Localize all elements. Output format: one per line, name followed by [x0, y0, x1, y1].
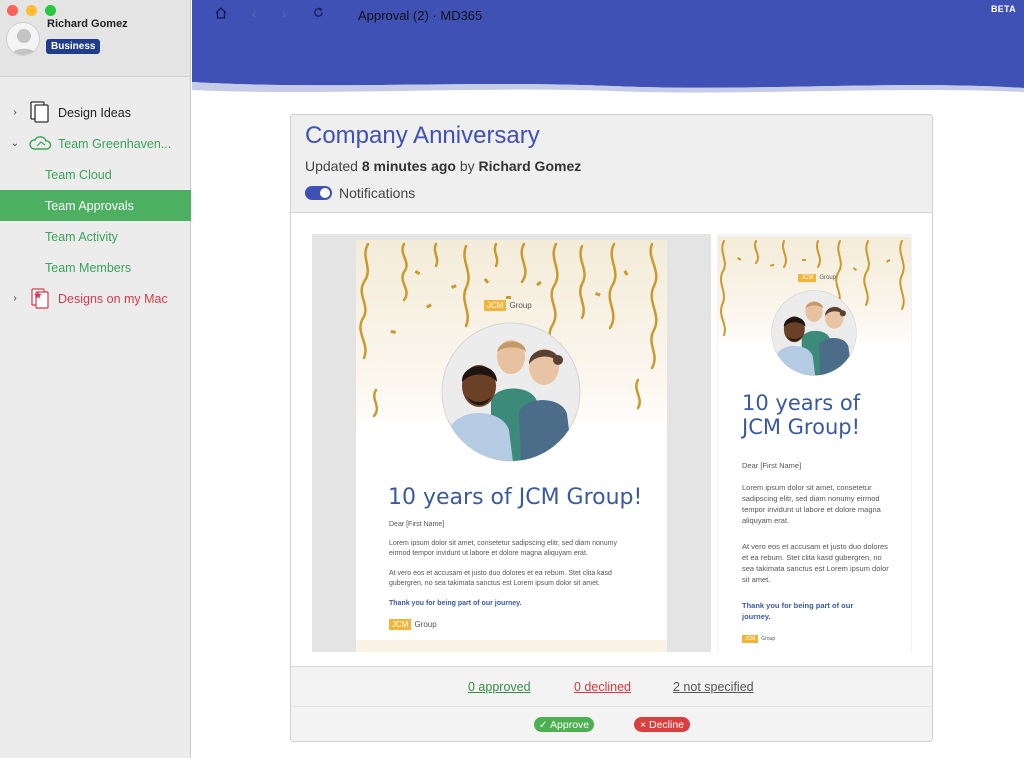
- person-icon: [10, 29, 38, 55]
- logo-text: Group: [819, 275, 837, 281]
- email-headline: 10 years of JCM Group!: [742, 391, 860, 439]
- sidebar-item-label: Team Members: [45, 260, 132, 275]
- sidebar: Richard Gomez Business › Design Ideas ⌄ …: [0, 0, 191, 758]
- email-thanks: Thank you for being part of our journey.: [742, 601, 854, 621]
- logo-badge: JCM: [798, 274, 817, 282]
- logo-badge: JCM: [484, 300, 507, 311]
- updated-prefix: Updated: [305, 158, 358, 174]
- team-illustration: [771, 290, 857, 376]
- window-title: Approval (2) · MD365: [358, 8, 483, 23]
- sidebar-item-label: Team Activity: [45, 229, 118, 244]
- email-preview-desktop: JCM Group 10 years of JCM Group! Dear [F…: [356, 240, 667, 652]
- page-title: Company Anniversary: [305, 122, 540, 149]
- close-window-button[interactable]: [7, 5, 18, 16]
- updated-time: 8 minutes ago: [361, 158, 456, 174]
- plan-badge[interactable]: Business: [46, 39, 101, 54]
- sidebar-item-team-approvals[interactable]: Team Approvals: [0, 190, 191, 221]
- email-headline-line-2: JCM Group!: [742, 415, 861, 440]
- approve-button[interactable]: ✓ Approve: [534, 717, 594, 732]
- approved-count-link[interactable]: 0 approved: [468, 680, 531, 694]
- approval-actions: ✓ Approve × Decline: [291, 706, 932, 741]
- mobile-preview[interactable]: JCM Group 10 years of JCM Group! Dear [F…: [717, 234, 912, 652]
- notifications-label: Notifications: [339, 185, 416, 201]
- chevron-right-icon[interactable]: ›: [10, 107, 20, 118]
- zoom-window-button[interactable]: [45, 5, 56, 16]
- sidebar-item-team-greenhaven[interactable]: ⌄ Team Greenhaven...: [0, 128, 191, 159]
- desktop-preview[interactable]: JCM Group 10 years of JCM Group! Dear [F…: [312, 234, 711, 652]
- design-preview-area: JCM Group 10 years of JCM Group! Dear [F…: [291, 214, 932, 666]
- sidebar-item-label: Team Approvals: [45, 198, 134, 213]
- updated-by: Richard Gomez: [478, 158, 582, 174]
- team-illustration: [441, 322, 581, 462]
- cloud-icon: [29, 136, 52, 150]
- declined-count-link[interactable]: 0 declined: [574, 680, 631, 694]
- user-name: Richard Gomez: [47, 18, 128, 30]
- refresh-icon[interactable]: [312, 6, 325, 22]
- email-greeting: Dear [First Name]: [389, 521, 445, 528]
- window-controls: [7, 5, 56, 16]
- sidebar-item-team-cloud[interactable]: Team Cloud: [0, 159, 191, 190]
- jcm-logo-footer: JCM Group: [742, 635, 775, 643]
- avatar[interactable]: [6, 22, 40, 56]
- logo-badge: JCM: [389, 619, 412, 630]
- logo-badge: JCM: [742, 635, 759, 643]
- update-info: Updated 8 minutes ago by Richard Gomez: [305, 158, 581, 174]
- forward-icon[interactable]: ›: [282, 6, 286, 21]
- jcm-logo-footer: JCM Group: [389, 619, 437, 630]
- jcm-logo: JCM Group: [484, 300, 532, 311]
- jcm-logo: JCM Group: [798, 274, 836, 282]
- sidebar-item-team-members[interactable]: Team Members: [0, 252, 191, 283]
- email-headline-line-1: 10 years of: [742, 391, 861, 415]
- email-paragraph-2: At vero eos et accusam et justo duo dolo…: [742, 542, 889, 584]
- email-paragraph-1: Lorem ipsum dolor sit amet, consetetur s…: [742, 483, 881, 525]
- sidebar-item-label: Designs on my Mac: [58, 291, 168, 306]
- approval-card: Company Anniversary Updated 8 minutes ag…: [290, 114, 933, 742]
- email-paragraph-1: Lorem ipsum dolor sit amet, consetetur s…: [389, 540, 617, 558]
- back-icon[interactable]: ‹: [252, 6, 256, 21]
- beta-badge: BETA: [990, 4, 1016, 14]
- approval-stats: 0 approved 0 declined 2 not specified: [291, 666, 932, 706]
- logo-text: Group: [414, 620, 437, 629]
- sidebar-item-team-activity[interactable]: Team Activity: [0, 221, 191, 252]
- email-preview-mobile: JCM Group 10 years of JCM Group! Dear [F…: [718, 237, 911, 652]
- chevron-right-icon[interactable]: ›: [10, 293, 20, 304]
- logo-text: Group: [509, 301, 532, 310]
- sidebar-item-label: Design Ideas: [58, 105, 131, 120]
- sidebar-nav: › Design Ideas ⌄ Team Greenhaven... Team…: [0, 97, 191, 314]
- logo-text: Group: [761, 636, 776, 642]
- account-header: Richard Gomez Business: [0, 0, 190, 77]
- starred-documents-icon: [31, 288, 49, 309]
- email-headline: 10 years of JCM Group!: [388, 485, 643, 510]
- email-paragraph-2: At vero eos et accusam et justo duo dolo…: [389, 570, 612, 588]
- sidebar-item-label: Team Cloud: [45, 167, 112, 182]
- not-specified-count-link[interactable]: 2 not specified: [673, 680, 754, 694]
- chevron-down-icon[interactable]: ⌄: [10, 138, 20, 149]
- top-bar: ‹ › Approval (2) · MD365 BETA: [192, 0, 1024, 97]
- decline-button[interactable]: × Decline: [634, 717, 690, 732]
- document-stack-icon: [30, 101, 49, 123]
- email-greeting: Dear [First Name]: [742, 461, 802, 470]
- sidebar-item-label: Team Greenhaven...: [58, 136, 172, 151]
- home-icon[interactable]: [214, 6, 228, 23]
- minimize-window-button[interactable]: [26, 5, 37, 16]
- email-thanks: Thank you for being part of our journey.: [389, 600, 522, 607]
- approval-card-header: Company Anniversary Updated 8 minutes ag…: [291, 115, 932, 213]
- sidebar-item-designs-on-my-mac[interactable]: › Designs on my Mac: [0, 283, 191, 314]
- sidebar-item-design-ideas[interactable]: › Design Ideas: [0, 97, 191, 128]
- notifications-toggle[interactable]: [305, 186, 332, 200]
- email-footer-strip: [356, 640, 667, 652]
- updated-by-word: by: [459, 158, 475, 174]
